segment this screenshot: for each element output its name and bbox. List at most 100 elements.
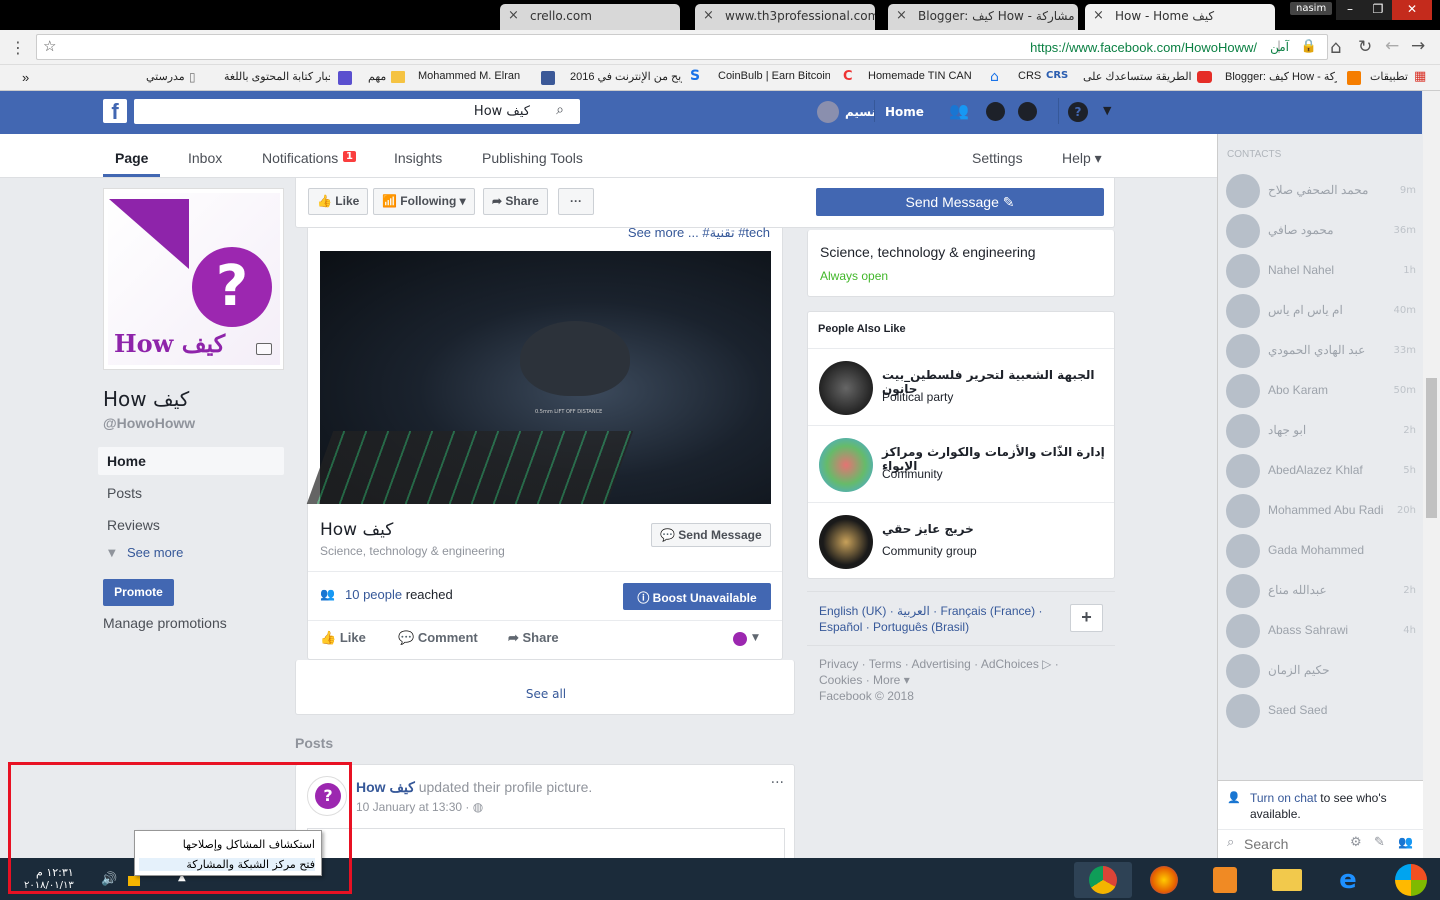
post-page-name[interactable]: How كيف	[320, 520, 393, 540]
contact-item[interactable]: Saed Saed	[1226, 691, 1416, 731]
contact-item[interactable]: Nahel Nahel 1h	[1226, 251, 1416, 291]
close-tab-icon[interactable]: ×	[896, 8, 907, 23]
footer-links[interactable]: Privacy · Terms · Advertising · AdChoice…	[819, 657, 1059, 671]
following-button[interactable]: 📶 Following ▾	[373, 188, 475, 215]
bookmark-item[interactable]: CRS	[1018, 70, 1041, 82]
chat-search-input[interactable]	[1244, 834, 1344, 854]
suggested-page-avatar[interactable]	[819, 361, 873, 415]
explorer-taskbar-icon[interactable]	[1258, 862, 1316, 898]
close-tab-icon[interactable]: ×	[508, 8, 519, 23]
left-nav-home[interactable]: Home	[107, 453, 146, 469]
gear-icon[interactable]: ⚙	[1350, 835, 1362, 850]
camera-icon[interactable]	[256, 343, 272, 355]
home-icon[interactable]: ⌂	[1330, 37, 1341, 58]
tab-insights[interactable]: Insights	[394, 150, 442, 166]
contact-item[interactable]: محمد الصحفي صلاح 9m	[1226, 171, 1416, 211]
close-tab-icon[interactable]: ×	[1093, 8, 1104, 23]
reload-icon[interactable]: ↻	[1358, 37, 1372, 57]
post-comment-button[interactable]: 💬 Comment	[398, 630, 478, 646]
restore-icon[interactable]: ❐	[1364, 0, 1392, 20]
more-actions-button[interactable]: ···	[558, 188, 594, 215]
contact-item[interactable]: ابو جهاد 2h	[1226, 411, 1416, 451]
tab-settings[interactable]: Settings	[972, 150, 1023, 166]
post-options-icon[interactable]: ···	[771, 775, 784, 791]
bookmark-item[interactable]: Blogger: كيف How - مشاركة	[1225, 70, 1337, 83]
contact-item[interactable]: محمود صافي 36m	[1226, 211, 1416, 251]
chrome-taskbar-icon[interactable]	[1074, 862, 1132, 898]
contact-item[interactable]: عبدالله مناع 2h	[1226, 571, 1416, 611]
more-bookmarks-icon[interactable]: »	[22, 70, 29, 85]
start-button-icon[interactable]	[1382, 862, 1440, 898]
home-link[interactable]: Home	[885, 105, 924, 119]
back-icon[interactable]: →	[1411, 36, 1425, 56]
messenger-icon[interactable]	[986, 102, 1005, 121]
menu-dots-icon[interactable]: ⋮	[10, 38, 26, 57]
suggested-page-avatar[interactable]	[819, 438, 873, 492]
contact-item[interactable]: حكيم الزمان	[1226, 651, 1416, 691]
help-icon[interactable]: ?	[1068, 102, 1088, 122]
contact-item[interactable]: AbedAlazez Khlaf 5h	[1226, 451, 1416, 491]
post-like-button[interactable]: 👍 Like	[320, 630, 366, 646]
ie-taskbar-icon[interactable]: e	[1319, 862, 1377, 898]
contact-item[interactable]: ام ياس ام ياس 40m	[1226, 291, 1416, 331]
suggested-page-avatar[interactable]	[819, 515, 873, 569]
browser-tab[interactable]: × www.th3professional.com	[695, 4, 875, 30]
tab-inbox[interactable]: Inbox	[188, 150, 222, 166]
contact-item[interactable]: Abo Karam 50m	[1226, 371, 1416, 411]
bookmark-item[interactable]: اخبار كتابة المحتوى باللغة	[224, 70, 330, 83]
facebook-logo-icon[interactable]: f	[103, 99, 127, 124]
star-icon[interactable]: ☆	[43, 37, 56, 55]
bookmark-item[interactable]: هذه الطريقة ستساعدك على	[1083, 70, 1191, 83]
bookmark-apps[interactable]: تطبيقات	[1370, 70, 1408, 83]
friends-icon[interactable]: 👥	[949, 101, 969, 120]
group-icon[interactable]: 👥	[1398, 835, 1413, 849]
left-nav-posts[interactable]: Posts	[107, 485, 142, 501]
post-author-link[interactable]: How كيف	[356, 779, 415, 795]
footer-links[interactable]: Cookies · More ▾	[819, 673, 910, 687]
globe-icon[interactable]	[1018, 102, 1037, 121]
turn-on-chat-link[interactable]: Turn on chat	[1250, 791, 1317, 805]
post-send-message-button[interactable]: 💬 Send Message	[651, 523, 771, 547]
close-window-icon[interactable]: ✕	[1392, 0, 1432, 20]
contact-item[interactable]: Gada Mohammed	[1226, 531, 1416, 571]
bookmark-item[interactable]: إربح من الإنترنت في 2016	[570, 70, 682, 83]
browser-tab-active[interactable]: × How - Home كيف	[1085, 4, 1275, 30]
bookmark-item[interactable]: CoinBulb | Earn Bitcoin	[718, 70, 830, 82]
language-links[interactable]: English (UK) · العربية · Français (Franc…	[819, 604, 1043, 618]
see-more-link[interactable]: See more ... #تقنية #tech	[628, 225, 770, 241]
like-page-button[interactable]: 👍 Like	[308, 188, 369, 215]
reached-count-link[interactable]: 10 people	[345, 587, 402, 602]
send-message-button[interactable]: Send Message ✎	[816, 188, 1104, 216]
bookmark-item[interactable]: Mohammed M. Elran	[418, 70, 530, 82]
media-player-taskbar-icon[interactable]	[1196, 862, 1254, 898]
profile-badge[interactable]: nasim	[1290, 2, 1333, 15]
chevron-down-icon[interactable]: ▼	[1103, 104, 1111, 117]
page-avatar-icon[interactable]	[733, 632, 747, 646]
scrollbar-thumb[interactable]	[1426, 378, 1437, 518]
apps-grid-icon[interactable]: ▦	[1414, 69, 1426, 84]
suggested-page-name[interactable]: خريج عايز حقي	[882, 522, 974, 536]
contact-item[interactable]: Abass Sahrawi 4h	[1226, 611, 1416, 651]
boost-unavailable-button[interactable]: ⓘ Boost Unavailable	[623, 583, 771, 610]
contact-item[interactable]: عبد الهادي الحمودي 33m	[1226, 331, 1416, 371]
minimize-icon[interactable]: –	[1336, 0, 1364, 20]
compose-icon[interactable]: ✎	[1374, 835, 1385, 850]
bookmark-item[interactable]: مدرستي	[146, 70, 185, 83]
language-links[interactable]: Español · Português (Brasil)	[819, 620, 969, 634]
profile-avatar[interactable]	[817, 101, 839, 123]
facebook-search-input[interactable]: How كيف ⌕	[134, 99, 580, 124]
bookmark-item[interactable]: مهم	[368, 70, 386, 83]
tab-help[interactable]: Help ▾	[1062, 150, 1102, 167]
tab-notifications[interactable]: Notifications	[262, 150, 338, 166]
manage-promotions-link[interactable]: Manage promotions	[103, 615, 227, 631]
tab-page[interactable]: Page	[115, 150, 148, 166]
contact-item[interactable]: Mohammed Abu Radi 20h	[1226, 491, 1416, 531]
firefox-taskbar-icon[interactable]	[1135, 862, 1193, 898]
page-profile-picture[interactable]: ? How كيف	[103, 188, 284, 370]
left-nav-see-more[interactable]: See more	[127, 545, 183, 560]
left-nav-reviews[interactable]: Reviews	[107, 517, 160, 533]
browser-tab[interactable]: × crello.com	[500, 4, 680, 30]
promote-button[interactable]: Promote	[103, 579, 174, 606]
see-all-link[interactable]: See all	[296, 687, 796, 701]
search-icon[interactable]: ⌕	[556, 102, 564, 118]
